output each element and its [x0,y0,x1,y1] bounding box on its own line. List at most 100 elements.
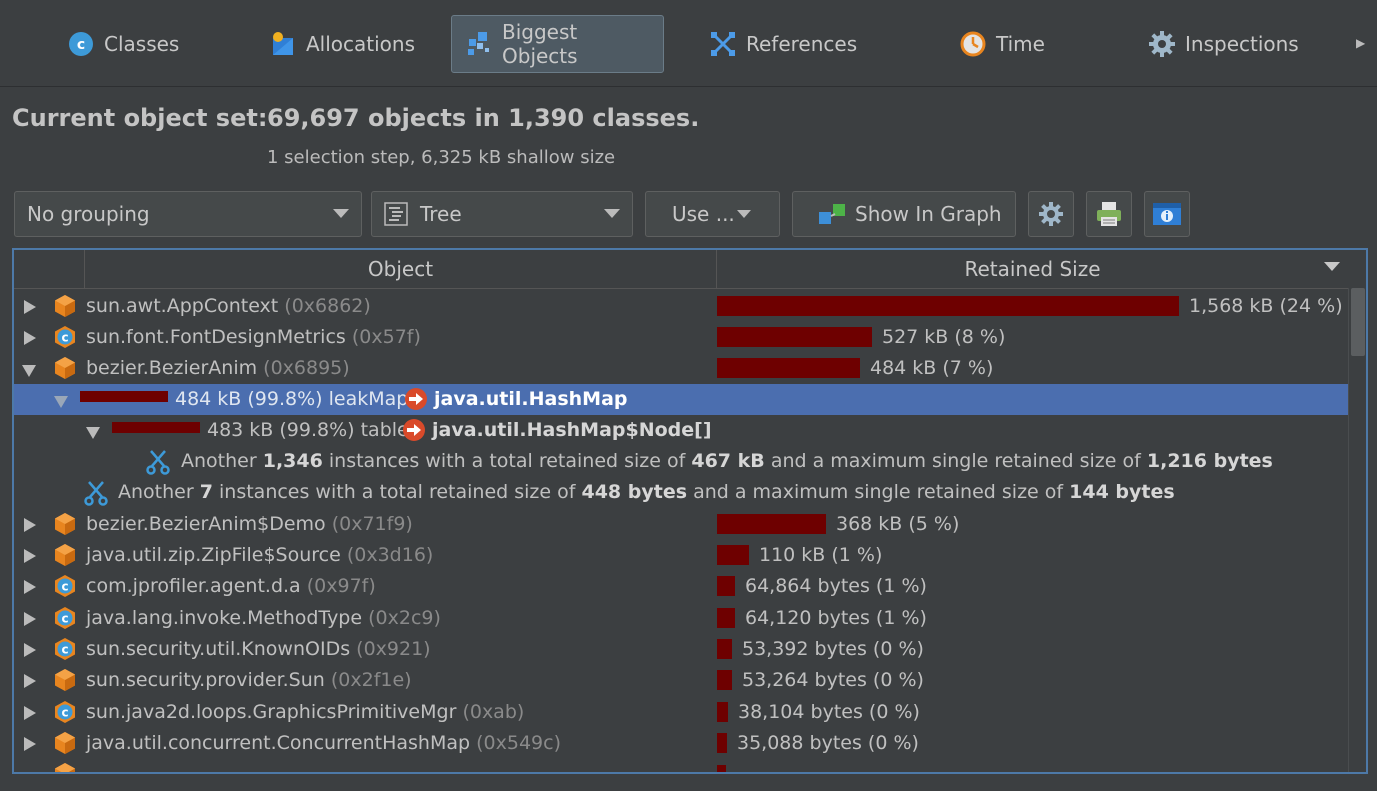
print-button[interactable] [1086,191,1132,237]
biggest-objects-icon [466,31,492,57]
object-icon [53,356,77,380]
retained-size-bar [717,670,732,690]
retained-size-value: 35,088 bytes (0 %) [737,732,919,754]
retained-size-value: 64,120 bytes (1 %) [745,607,927,629]
reference-arrow-icon [404,387,428,411]
row-reference: 483 kB (99.8%) table [207,419,409,441]
table-row[interactable]: c java.lang.invoke.MethodType (0x2c9) 64… [14,603,1348,634]
tree-view-icon [384,202,408,226]
table-row[interactable]: 483 kB (99.8%) table java.util.HashMap$N… [14,415,1348,446]
table-row-cutoff[interactable]: Another 7 instances with a total retaine… [14,477,1348,508]
collapse-arrow-icon[interactable] [22,365,36,377]
info-window-icon [1152,201,1182,227]
grouping-dropdown[interactable]: No grouping [14,191,362,237]
retained-size-value: 110 kB (1 %) [759,544,883,566]
tab-references[interactable]: References [696,15,871,73]
retained-size-bar [112,422,200,433]
retained-size-value: 53,392 bytes (0 %) [742,638,924,660]
grouping-value: No grouping [27,202,150,226]
expand-arrow-icon[interactable] [24,612,36,626]
column-header-object[interactable]: Object [85,250,717,288]
table-row[interactable]: c sun.java2d.loops.GraphicsPrimitiveMgr … [14,697,1348,728]
retained-size-bar [717,702,728,722]
table-row[interactable]: c com.jprofiler.agent.d.a (0x97f) 64,864… [14,571,1348,602]
row-object: java.lang.invoke.MethodType (0x2c9) [86,607,441,629]
retained-size-value: 368 kB (5 %) [836,513,960,535]
table-row[interactable]: c sun.font.FontDesignMetrics (0x57f) 527… [14,322,1348,353]
vertical-scrollbar[interactable] [1348,288,1366,772]
retained-size-bar [717,514,826,534]
svg-text:c: c [61,706,68,720]
column-header-retained-size[interactable]: Retained Size [717,250,1348,288]
tab-label: References [746,32,858,56]
tab-label: Inspections [1185,32,1299,56]
table-row[interactable]: bezier.BezierAnim$Demo (0x71f9) 368 kB (… [14,509,1348,540]
collapse-arrow-icon[interactable] [86,427,100,439]
expand-arrow-icon[interactable] [24,674,36,688]
retained-size-value: 64,864 bytes (1 %) [745,575,927,597]
retained-size-value: 484 kB (7 %) [870,357,994,379]
table-row-partial[interactable] [14,759,1348,772]
class-icon: c [53,700,77,724]
tab-time[interactable]: Time [946,15,1059,73]
expand-arrow-icon[interactable] [24,300,36,314]
table-row[interactable]: java.util.zip.ZipFile$Source (0x3d16) 11… [14,540,1348,571]
gear-icon [1149,31,1175,57]
class-icon: c [53,574,77,598]
header-spacer [14,250,85,288]
svg-text:c: c [61,331,68,345]
object-icon [53,543,77,567]
object-icon [53,512,77,536]
object-icon [53,762,77,772]
expand-arrow-icon[interactable] [24,518,36,532]
expand-arrow-icon[interactable] [24,331,36,345]
retained-size-bar [717,545,749,565]
class-icon: c [53,606,77,630]
table-row[interactable]: java.util.concurrent.ConcurrentHashMap (… [14,728,1348,759]
tab-classes[interactable]: c Classes [54,15,193,73]
scissors-icon [146,449,170,475]
show-in-graph-button[interactable]: Show In Graph [792,191,1016,237]
view-mode-value: Tree [420,202,462,226]
settings-button[interactable] [1028,191,1074,237]
tab-overflow-arrow-icon[interactable]: ▶ [1356,36,1365,50]
row-cutoff-text: Another 1,346 instances with a total ret… [181,450,1273,472]
tab-allocations[interactable]: Allocations [256,15,429,73]
tab-biggest-objects[interactable]: Biggest Objects [451,15,664,73]
expand-arrow-icon[interactable] [24,549,36,563]
collapse-arrow-icon[interactable] [54,396,68,408]
biggest-objects-tree-table: Object Retained Size sun.awt.AppContext … [12,248,1368,774]
column-label: Object [367,257,434,281]
expand-arrow-icon[interactable] [24,580,36,594]
sort-descending-icon[interactable] [1324,262,1340,271]
row-cutoff-text: Another 7 instances with a total retaine… [118,481,1175,503]
column-label: Retained Size [964,257,1101,281]
table-row[interactable]: bezier.BezierAnim (0x6895) 484 kB (7 %) [14,353,1348,384]
expand-arrow-icon[interactable] [24,643,36,657]
title-label: Current object set: [12,104,268,132]
row-object: bezier.BezierAnim (0x6895) [86,357,350,379]
tab-label: Classes [104,32,180,56]
retained-size-value: 1,568 kB (24 %) [1189,295,1343,317]
tab-inspections[interactable]: Inspections [1135,15,1313,73]
scrollbar-thumb[interactable] [1351,288,1365,356]
tab-label: Biggest Objects [502,20,578,68]
info-button[interactable] [1144,191,1190,237]
retained-size-bar [717,639,732,659]
view-mode-dropdown[interactable]: Tree [371,191,633,237]
table-row-cutoff[interactable]: Another 1,346 instances with a total ret… [14,446,1348,477]
table-row-selected[interactable]: 484 kB (99.8%) leakMap java.util.HashMap [14,384,1348,415]
row-object: java.util.zip.ZipFile$Source (0x3d16) [86,544,434,566]
row-object: sun.java2d.loops.GraphicsPrimitiveMgr (0… [86,701,525,723]
svg-text:c: c [61,643,68,657]
view-tab-bar: c Classes Allocations Biggest Objects Re… [0,0,1377,87]
use-button[interactable]: Use ... [645,191,780,237]
row-object: sun.awt.AppContext (0x6862) [86,295,371,317]
expand-arrow-icon[interactable] [24,737,36,751]
table-row[interactable]: c sun.security.util.KnownOIDs (0x921) 53… [14,634,1348,665]
row-object: sun.security.provider.Sun (0x2f1e) [86,669,412,691]
expand-arrow-icon[interactable] [24,706,36,720]
table-row[interactable]: sun.awt.AppContext (0x6862) 1,568 kB (24… [14,291,1348,322]
row-reference: 484 kB (99.8%) leakMap [175,388,409,410]
table-row[interactable]: sun.security.provider.Sun (0x2f1e) 53,26… [14,665,1348,696]
